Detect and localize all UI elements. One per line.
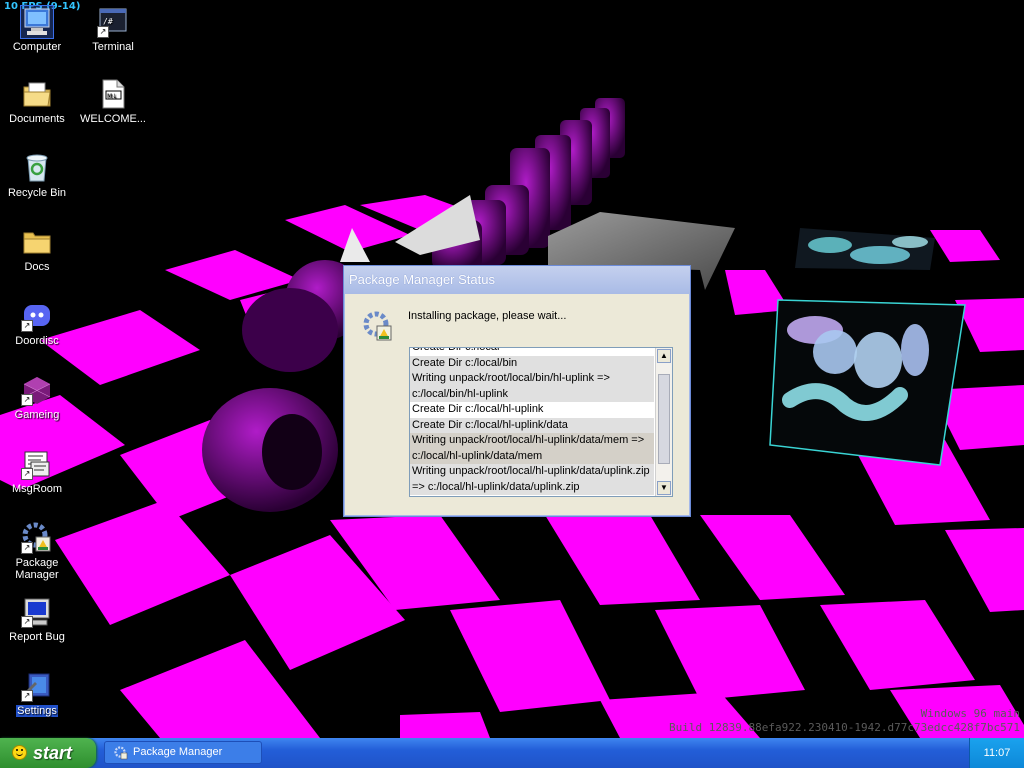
log-line: Writing unpack/root/local/hl-uplink/data…: [410, 464, 654, 480]
desktop-icon-documents[interactable]: Documents: [0, 78, 74, 125]
shortcut-arrow-icon: ↗: [21, 394, 33, 406]
desktop-icon-welcome[interactable]: M↓ WELCOME...: [76, 78, 150, 125]
package-manager-icon: [114, 746, 128, 760]
shortcut-arrow-icon: ↗: [21, 616, 33, 628]
taskbar-item-package-manager[interactable]: Package Manager: [104, 741, 262, 764]
log-line: Writing unpack/root/local/bin/hl-uplink …: [410, 371, 654, 387]
log-line: Create Dir c:/local/bin: [410, 355, 654, 371]
dialog-message: Installing package, please wait...: [408, 310, 567, 322]
glass-cube: [769, 228, 966, 466]
desktop-icon-msgroom[interactable]: ↗ MsgRoom: [0, 448, 74, 495]
desktop-icon-label: WELCOME...: [79, 113, 146, 125]
settings-icon: ↗: [21, 670, 53, 702]
desktop-icon-label: Computer: [12, 41, 62, 53]
package-manager-icon: [362, 311, 394, 343]
documents-folder-icon: [21, 78, 53, 110]
build-watermark: Windows 96 main Build 12839.88efa922.230…: [669, 707, 1020, 735]
shortcut-arrow-icon: ↗: [21, 542, 33, 554]
desktop-icon-computer[interactable]: Computer: [0, 5, 74, 53]
start-button[interactable]: start: [0, 738, 96, 768]
smiley-logo-icon: [12, 745, 27, 760]
shortcut-arrow-icon: ↗: [97, 26, 109, 38]
desktop-icon-terminal[interactable]: /# ↗ Terminal: [76, 6, 150, 53]
watermark-build: Build 12839.88efa922.230410-1942.d77c73e…: [669, 721, 1020, 734]
desktop-icon-doordisc[interactable]: ↗ Doordisc: [0, 300, 74, 347]
desktop-icon-label: Gameing: [14, 409, 60, 421]
recycle-bin-icon: [21, 152, 53, 184]
msgroom-icon: ↗: [21, 448, 53, 480]
log-line: c:/local/bin/hl-uplink: [410, 386, 654, 402]
taskbar-item-label: Package Manager: [133, 746, 223, 758]
log-line: c:/local/hl-uplink/data/mem: [410, 448, 654, 464]
desktop-icon-label: Terminal: [92, 41, 134, 53]
install-log-lines: Create Dir c:/local Create Dir c:/local/…: [410, 347, 654, 495]
desktop-icon-report-bug[interactable]: ↗ Report Bug: [0, 596, 74, 643]
terminal-icon: /# ↗: [97, 6, 129, 38]
desktop[interactable]: 10 FPS (9-14) Computer /# ↗ Terminal Doc…: [0, 0, 1024, 738]
scroll-down-arrow-icon[interactable]: ▼: [657, 481, 671, 495]
desktop-icon-label: Doordisc: [15, 335, 59, 347]
desktop-icon-label: Settings: [16, 705, 58, 717]
desktop-icon-label: Recycle Bin: [7, 187, 67, 199]
computer-icon: [20, 5, 54, 39]
report-bug-icon: ↗: [21, 596, 53, 628]
doordisc-icon: ↗: [21, 300, 53, 332]
log-line: Create Dir c:/local/hl-uplink/data: [410, 417, 654, 433]
log-line: Create Dir c:/local: [412, 347, 500, 353]
log-scrollbar[interactable]: ▲ ▼: [655, 348, 672, 496]
desktop-icon-docs[interactable]: Docs: [0, 226, 74, 273]
desktop-icon-package-manager[interactable]: ↗ Package Manager: [0, 522, 74, 581]
log-line: Create Dir c:/local/hl-uplink: [412, 403, 544, 415]
system-tray-clock[interactable]: 11:07: [969, 738, 1024, 768]
desktop-icon-settings[interactable]: ↗ Settings: [0, 670, 74, 717]
dialog-titlebar[interactable]: Package Manager Status: [344, 266, 690, 294]
svg-text:/#: /#: [103, 17, 113, 26]
svg-text:M↓: M↓: [107, 93, 117, 100]
desktop-icon-label: MsgRoom: [11, 483, 63, 495]
shortcut-arrow-icon: ↗: [21, 468, 33, 480]
scroll-up-arrow-icon[interactable]: ▲: [657, 349, 671, 363]
clock-time: 11:07: [983, 747, 1011, 759]
desktop-icon-recycle-bin[interactable]: Recycle Bin: [0, 152, 74, 199]
desktop-icon-label: Package Manager: [15, 557, 59, 581]
shortcut-arrow-icon: ↗: [21, 690, 33, 702]
desktop-icon-label: Report Bug: [9, 631, 65, 643]
log-line: => c:/local/hl-uplink/data/uplink.zip: [410, 479, 654, 495]
dialog-title: Package Manager Status: [349, 272, 495, 287]
shortcut-arrow-icon: ↗: [21, 320, 33, 332]
desktop-icon-label: Documents: [9, 113, 65, 125]
start-label: start: [33, 743, 73, 763]
folder-icon: [21, 226, 53, 258]
log-line: Writing unpack/root/local/hl-uplink/data…: [410, 433, 654, 449]
taskbar: start Package Manager 11:07: [0, 738, 1024, 768]
desktop-icon-gameing[interactable]: ↗ Gameing: [0, 374, 74, 421]
package-manager-icon: ↗: [21, 522, 53, 554]
scrollbar-thumb[interactable]: [658, 374, 670, 464]
watermark-os-name: Windows 96 main: [920, 707, 1020, 720]
package-manager-status-dialog[interactable]: Package Manager Status Installing packag…: [343, 265, 691, 517]
desktop-icon-label: Docs: [24, 261, 50, 273]
install-log-list[interactable]: Create Dir c:/local Create Dir c:/local/…: [409, 347, 673, 497]
gameing-icon: ↗: [21, 374, 53, 406]
markdown-file-icon: M↓: [97, 78, 129, 110]
